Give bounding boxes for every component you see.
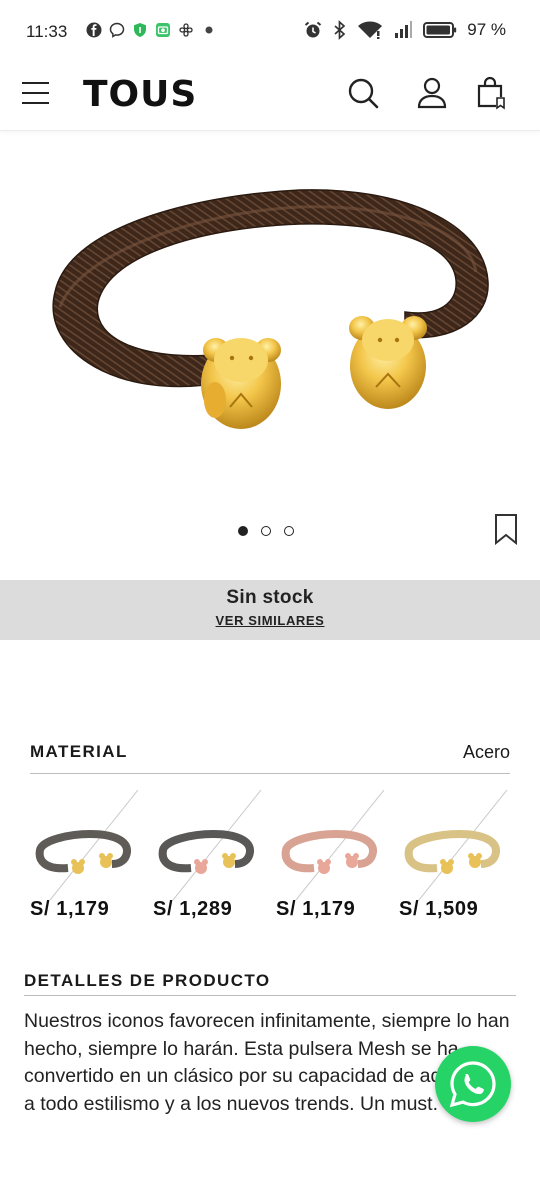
user-icon[interactable] xyxy=(415,76,449,110)
gallery-dot[interactable] xyxy=(261,526,271,536)
status-bar: 11:33 97 % xyxy=(0,0,540,62)
bookmark-icon[interactable] xyxy=(494,513,518,545)
menu-icon-bar xyxy=(22,92,49,94)
variant-thumbnail xyxy=(35,790,139,900)
alarm-icon xyxy=(305,21,322,38)
material-variant[interactable]: S/ 1,179 xyxy=(276,790,386,920)
shield-icon xyxy=(134,23,146,37)
variant-price: S/ 1,289 xyxy=(153,898,233,920)
material-variant[interactable]: S/ 1,509 xyxy=(399,790,509,920)
material-variant[interactable]: S/ 1,179 xyxy=(30,790,140,920)
dot-icon xyxy=(205,26,213,34)
notification-icons xyxy=(86,22,217,38)
gallery-dot[interactable] xyxy=(238,526,248,536)
wifi-icon xyxy=(358,21,383,39)
system-icons: 97 % xyxy=(303,20,506,40)
bear-right xyxy=(349,316,427,409)
whatsapp-icon xyxy=(449,1061,496,1108)
variant-price: S/ 1,179 xyxy=(30,898,110,920)
gallery-dots xyxy=(238,526,294,536)
signal-icon xyxy=(395,21,413,38)
status-time: 11:33 xyxy=(26,22,68,41)
variant-price: S/ 1,179 xyxy=(276,898,356,920)
bluetooth-icon xyxy=(334,20,346,40)
product-image[interactable] xyxy=(0,132,540,512)
bag-icon[interactable] xyxy=(474,76,508,110)
material-variant[interactable]: S/ 1,289 xyxy=(153,790,263,920)
menu-button[interactable] xyxy=(22,82,50,106)
menu-icon-bar xyxy=(22,82,49,84)
details-label: DETALLES DE PRODUCTO xyxy=(24,971,271,990)
facebook-icon xyxy=(86,22,102,38)
battery-percent: 97 % xyxy=(467,20,506,39)
see-similar-link[interactable]: VER SIMILARES xyxy=(0,613,540,628)
search-icon[interactable] xyxy=(346,76,380,110)
divider xyxy=(24,995,516,996)
app-header: TOUS xyxy=(0,62,540,131)
stock-status: Sin stock xyxy=(226,587,314,608)
app-icon xyxy=(179,23,193,37)
divider xyxy=(30,773,510,774)
bear-left xyxy=(201,338,281,429)
material-value[interactable]: Acero xyxy=(463,742,510,763)
camera-icon xyxy=(156,23,170,37)
stock-banner: Sin stock VER SIMILARES xyxy=(0,580,540,640)
menu-icon-bar xyxy=(22,102,49,104)
whatsapp-button[interactable] xyxy=(435,1046,511,1122)
gallery-dot[interactable] xyxy=(284,526,294,536)
variant-thumbnail xyxy=(404,790,508,900)
chat-icon xyxy=(109,22,125,38)
variant-price: S/ 1,509 xyxy=(399,898,479,920)
battery-icon xyxy=(423,22,457,38)
material-label: MATERIAL xyxy=(30,742,128,761)
brand-logo[interactable]: TOUS xyxy=(83,74,197,115)
variant-thumbnail xyxy=(158,790,262,900)
variant-thumbnail xyxy=(281,790,385,900)
